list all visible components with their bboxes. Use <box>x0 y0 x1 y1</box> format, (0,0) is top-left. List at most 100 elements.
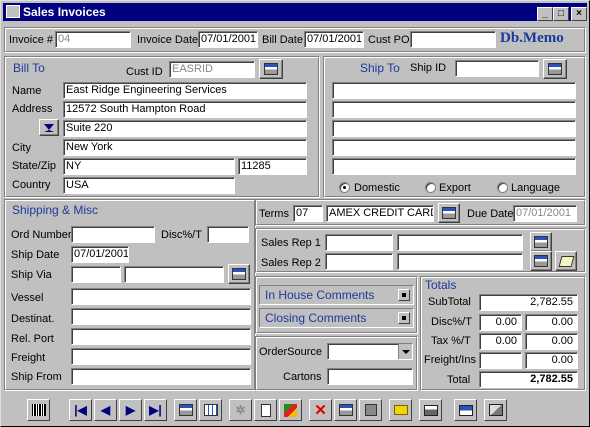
edit-record-button[interactable] <box>279 399 302 421</box>
destinat-input[interactable] <box>71 308 251 325</box>
cust-po-input[interactable] <box>410 31 496 48</box>
ship-via-code-input[interactable] <box>71 266 121 283</box>
title-bar[interactable]: Sales Invoices _ □ × <box>3 3 587 21</box>
invoice-date-input[interactable]: 07/01/2001 <box>198 31 258 48</box>
ship-to-lookup-button[interactable] <box>543 59 567 79</box>
freight-input[interactable] <box>71 348 251 365</box>
minimize-button[interactable]: _ <box>537 7 553 21</box>
terms-code-input[interactable]: 07 <box>293 205 323 222</box>
new-record-button[interactable] <box>254 399 277 421</box>
disc-pct-input[interactable]: 0.00 <box>479 314 522 331</box>
ship-via-name-input[interactable] <box>124 266 224 283</box>
address2-input[interactable]: Suite 220 <box>63 120 307 137</box>
in-house-comments-button[interactable]: In House Comments <box>259 285 414 305</box>
disc-total-label: Disc%/T <box>431 316 472 328</box>
freight-ins-pct-input[interactable] <box>479 352 522 369</box>
edit-memo-button[interactable] <box>334 399 357 421</box>
ship-to-heading: Ship To <box>360 61 400 75</box>
email-button[interactable] <box>454 399 477 421</box>
sales-rep1-lookup-button[interactable] <box>530 232 552 252</box>
address1-input[interactable]: 12572 South Hampton Road <box>63 101 307 118</box>
ord-number-input[interactable] <box>71 226 155 243</box>
open-folder-button[interactable] <box>389 399 412 421</box>
destinat-label: Destinat. <box>11 313 55 325</box>
ship-id-input[interactable] <box>455 60 539 77</box>
cust-id-label: Cust ID <box>126 66 163 78</box>
cartons-label: Cartons <box>283 371 322 383</box>
language-radio[interactable] <box>497 182 508 193</box>
next-icon: ▶ <box>125 403 136 417</box>
closing-comments-button[interactable]: Closing Comments <box>259 308 414 328</box>
fax-button[interactable] <box>484 399 507 421</box>
zip-input[interactable]: 11285 <box>238 158 307 175</box>
browse-button[interactable] <box>199 399 222 421</box>
sales-rep2-name-input[interactable] <box>397 253 523 270</box>
first-record-button[interactable]: |◀ <box>69 399 92 421</box>
tax-total-input[interactable]: 0.00 <box>525 333 578 350</box>
ship-id-label: Ship ID <box>410 62 447 74</box>
floppy-icon <box>364 404 377 416</box>
sales-rep1-code-input[interactable] <box>325 234 393 251</box>
city-input[interactable]: New York <box>63 139 307 156</box>
ship-date-input[interactable]: 07/01/2001 <box>71 246 129 263</box>
prev-record-button[interactable]: ◀ <box>94 399 117 421</box>
due-date-input[interactable]: 07/01/2001 <box>513 205 577 222</box>
vessel-input[interactable] <box>71 288 251 305</box>
last-record-button[interactable]: ▶| <box>144 399 167 421</box>
ship-to-line4[interactable] <box>332 139 576 156</box>
invoice-date-label: Invoice Date <box>137 34 199 46</box>
save-button[interactable] <box>359 399 382 421</box>
ship-via-lookup-button[interactable] <box>228 264 250 284</box>
state-input[interactable]: NY <box>63 158 235 175</box>
card-index-icon <box>534 236 548 248</box>
sales-rep1-name-input[interactable] <box>397 234 523 251</box>
disc-total-input[interactable]: 0.00 <box>525 314 578 331</box>
open-square-icon <box>398 289 410 301</box>
sales-rep2-code-input[interactable] <box>325 253 393 270</box>
next-record-button[interactable]: ▶ <box>119 399 142 421</box>
ship-from-input[interactable] <box>71 368 251 385</box>
invoice-number-input[interactable]: 04 <box>55 31 131 48</box>
sales-rep2-lookup-button[interactable] <box>530 251 552 271</box>
order-source-select[interactable] <box>327 343 413 360</box>
sales-rep1-label: Sales Rep 1 <box>261 237 321 249</box>
rel-port-label: Rel. Port <box>11 333 54 345</box>
commission-button[interactable] <box>555 251 577 271</box>
address-expand-button[interactable] <box>39 119 59 136</box>
folder-icon <box>393 405 408 415</box>
card-index-icon <box>442 207 456 219</box>
maximize-button[interactable]: □ <box>553 7 569 21</box>
name-input[interactable]: East Ridge Engineering Services <box>63 82 307 99</box>
ship-to-line5[interactable] <box>332 158 576 175</box>
customer-lookup-button[interactable] <box>259 59 283 79</box>
cust-id-input[interactable]: EASRID <box>169 61 255 78</box>
ship-to-line2[interactable] <box>332 101 576 118</box>
barcode-button[interactable] <box>27 399 50 421</box>
prev-icon: ◀ <box>100 403 111 417</box>
rel-port-input[interactable] <box>71 328 251 345</box>
terms-lookup-button[interactable] <box>438 203 460 223</box>
print-button[interactable] <box>419 399 442 421</box>
find-button[interactable] <box>174 399 197 421</box>
first-icon: |◀ <box>74 403 87 417</box>
dropdown-arrow-icon[interactable] <box>398 344 412 359</box>
subtotal-input[interactable]: 2,782.55 <box>479 294 578 311</box>
close-button[interactable]: × <box>571 7 587 21</box>
brand-logo: Db.Memo <box>500 30 564 46</box>
freight-ins-input[interactable]: 0.00 <box>525 352 578 369</box>
terms-name-input[interactable]: AMEX CREDIT CARD <box>326 205 434 222</box>
cartons-input[interactable] <box>327 368 413 385</box>
total-input[interactable]: 2,782.55 <box>479 371 578 388</box>
delete-x-icon: ✕ <box>314 402 327 419</box>
ship-to-line1[interactable] <box>332 82 576 99</box>
disc-input[interactable] <box>207 226 249 243</box>
ship-to-line3[interactable] <box>332 120 576 137</box>
export-radio[interactable] <box>425 182 436 193</box>
tax-pct-input[interactable]: 0.00 <box>479 333 522 350</box>
bill-date-input[interactable]: 07/01/2001 <box>304 31 364 48</box>
closing-comments-label: Closing Comments <box>265 311 367 325</box>
copy-button[interactable]: ✲ <box>229 399 252 421</box>
country-input[interactable]: USA <box>63 177 235 194</box>
domestic-radio[interactable] <box>339 182 350 193</box>
delete-record-button[interactable]: ✕ <box>309 399 332 421</box>
